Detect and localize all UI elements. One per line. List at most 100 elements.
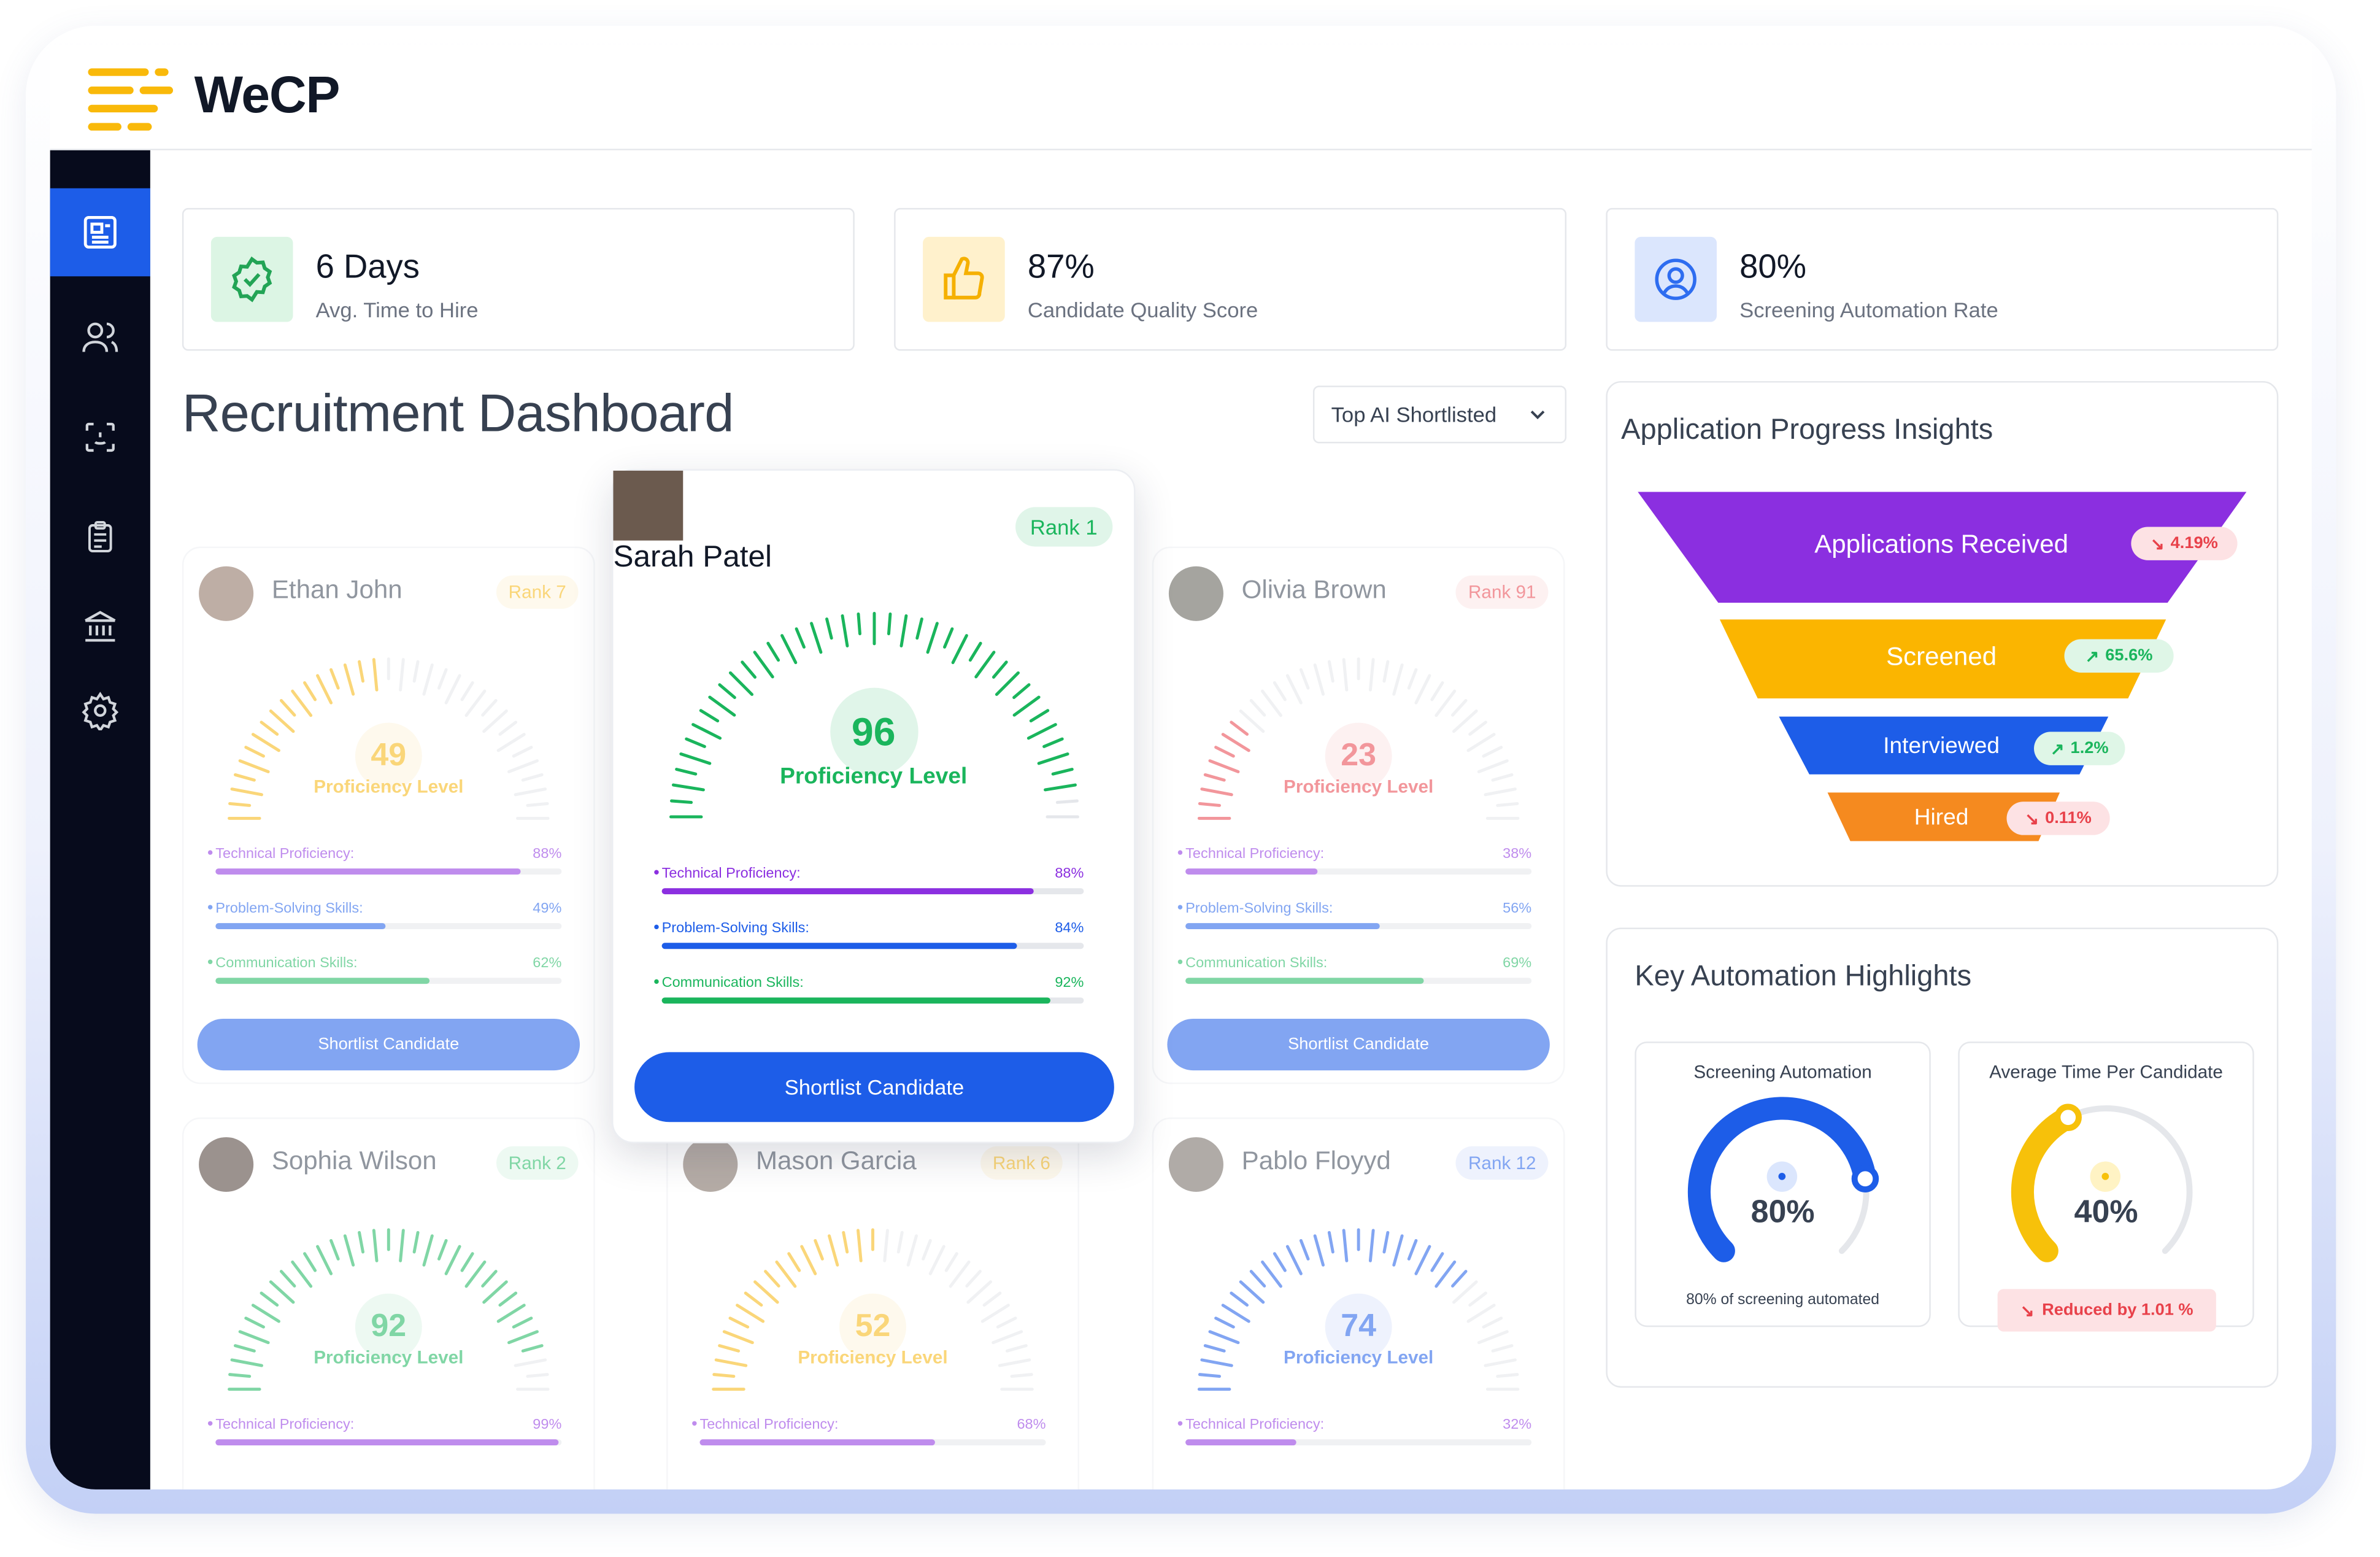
sidebar-item-settings[interactable] bbox=[50, 666, 150, 754]
gauge-tick bbox=[507, 1330, 539, 1345]
stat-label: Screening Automation Rate bbox=[1739, 297, 1998, 322]
gauge-tick bbox=[1382, 1231, 1390, 1254]
bullet-dot bbox=[1177, 1421, 1183, 1426]
gauge-tick bbox=[372, 658, 379, 692]
gauge-tick bbox=[1011, 683, 1030, 699]
proficiency-label: Proficiency Level bbox=[314, 776, 464, 797]
gauge-tick bbox=[1407, 668, 1418, 690]
featured-candidate-card[interactable]: Sarah Patel Rank 1 96 Proficiency Level Tech… bbox=[611, 469, 1136, 1143]
gauge-tick bbox=[980, 1304, 1010, 1323]
gauge-tick bbox=[260, 1291, 279, 1307]
gauge-tick bbox=[1407, 1238, 1418, 1261]
reduction-badge: ↘ Reduced by 1.01 % bbox=[1997, 1289, 2216, 1332]
gauge-tick bbox=[982, 1291, 1002, 1307]
sidebar-item-organization[interactable] bbox=[50, 582, 150, 670]
gauge-tick bbox=[1036, 752, 1069, 765]
gauge-tick bbox=[1239, 1280, 1265, 1304]
gauge-tick bbox=[399, 1229, 405, 1262]
gauge-tick bbox=[269, 709, 295, 733]
candidate-card[interactable]: Ethan John Rank 7 49 Proficiency Level Techn… bbox=[182, 546, 595, 1084]
rank-badge: Rank 7 bbox=[496, 575, 579, 609]
gauge-tick bbox=[422, 1234, 434, 1267]
proficiency-label: Proficiency Level bbox=[314, 1346, 464, 1368]
highlight-value: 40% bbox=[2074, 1194, 2138, 1230]
metric-bar bbox=[699, 1439, 1046, 1446]
metric-label: Technical Proficiency: bbox=[1185, 1416, 1325, 1434]
gauge-tick bbox=[244, 1316, 265, 1329]
gauge-tick bbox=[372, 1229, 379, 1262]
gauge-tick bbox=[1451, 1270, 1468, 1288]
users-icon bbox=[82, 322, 118, 352]
gauge-tick bbox=[343, 663, 355, 696]
gauge-tick bbox=[744, 1291, 763, 1307]
stat-label: Candidate Quality Score bbox=[1027, 297, 1258, 322]
gauge-tick bbox=[1496, 802, 1519, 807]
candidate-card[interactable]: Pablo Floyyd Rank 12 74 Proficiency Level Te… bbox=[1152, 1117, 1565, 1489]
candidate-card[interactable]: Olivia Brown Rank 91 23 Proficiency Level Te… bbox=[1152, 546, 1565, 1084]
sidebar-item-assessments[interactable] bbox=[50, 493, 150, 581]
gauge-tick bbox=[712, 1373, 736, 1378]
shortlist-filter-dropdown[interactable]: Top AI Shortlisted bbox=[1312, 385, 1567, 444]
gauge-tick bbox=[1230, 721, 1249, 736]
scan-face-icon bbox=[85, 422, 115, 452]
highlight-value: 80% bbox=[1750, 1194, 1815, 1230]
metric-bar bbox=[215, 923, 562, 930]
gauge-tick bbox=[460, 681, 474, 701]
screening-automation-card: Screening Automation ● 80% 80% of screen… bbox=[1635, 1041, 1931, 1327]
metric-bar bbox=[215, 978, 562, 984]
stat-card-quality-score: 87% Candidate Quality Score bbox=[894, 207, 1567, 351]
candidate-card[interactable]: Sophia Wilson Rank 2 92 Proficiency Level Te… bbox=[182, 1117, 595, 1489]
gauge-tick bbox=[1273, 1252, 1287, 1272]
gauge-tick bbox=[279, 698, 296, 717]
candidate-card[interactable]: Mason Garcia Rank 6 52 Proficiency Level Tec… bbox=[666, 1117, 1079, 1489]
shortlist-button[interactable]: Shortlist Candidate bbox=[1167, 1018, 1550, 1071]
gauge-tick bbox=[828, 1234, 839, 1267]
gauge-tick bbox=[966, 1280, 992, 1304]
user-icon: ● bbox=[2090, 1161, 2121, 1192]
metric-label: Technical Proficiency: bbox=[215, 845, 355, 863]
avg-time-card: Average Time Per Candidate ● 40% ↘ Reduce… bbox=[1958, 1041, 2254, 1332]
gauge-tick bbox=[1299, 668, 1310, 690]
trend-value: 0.11% bbox=[2045, 809, 2092, 828]
gauge-tick bbox=[814, 1238, 824, 1261]
gauge-tick bbox=[994, 671, 1019, 697]
trend-value: 1.2% bbox=[2070, 739, 2109, 758]
shortlist-button[interactable]: Shortlist Candidate bbox=[197, 1018, 580, 1071]
gauge-tick bbox=[1327, 660, 1334, 683]
gauge-tick bbox=[669, 799, 692, 804]
metric-bar bbox=[661, 943, 1084, 949]
gauge-tick bbox=[950, 634, 968, 665]
gauge-tick bbox=[498, 721, 518, 736]
sidebar-item-dashboard[interactable] bbox=[50, 188, 150, 277]
avatar bbox=[1168, 566, 1223, 621]
gauge-tick bbox=[1198, 1373, 1222, 1378]
highlight-footer: 80% of screening automated bbox=[1686, 1292, 1880, 1309]
gauge-tick bbox=[1249, 698, 1266, 717]
bullet-dot bbox=[1177, 905, 1183, 910]
trend-down-icon: ↘ bbox=[2025, 809, 2039, 829]
metric-label: Technical Proficiency: bbox=[1185, 845, 1325, 863]
gauge-tick bbox=[1261, 1260, 1282, 1288]
gauge-tick bbox=[251, 1304, 280, 1323]
gauge-tick bbox=[1342, 1229, 1349, 1262]
newspaper-icon bbox=[83, 215, 117, 249]
gauge-tick bbox=[974, 651, 995, 679]
bank-icon bbox=[85, 611, 116, 642]
gauge-tick bbox=[1208, 759, 1240, 773]
gauge-tick bbox=[928, 1245, 945, 1275]
gauge-tick bbox=[753, 1280, 779, 1304]
gauge-tick bbox=[728, 1316, 750, 1329]
gauge-tick bbox=[1482, 746, 1503, 758]
metric-bar-fill bbox=[215, 923, 385, 930]
gauge-tick bbox=[1368, 1229, 1375, 1262]
gauge-tick bbox=[526, 802, 549, 807]
gauge-tick bbox=[1010, 1373, 1033, 1378]
gauge-tick bbox=[707, 695, 736, 717]
page-title: Recruitment Dashboard bbox=[182, 384, 734, 444]
dropdown-value: Top AI Shortlisted bbox=[1331, 402, 1497, 427]
automation-highlights-panel: Key Automation Highlights Screening Auto… bbox=[1606, 927, 2279, 1388]
sidebar-item-candidates[interactable] bbox=[50, 293, 150, 381]
gauge-tick bbox=[279, 1270, 296, 1288]
sidebar-item-scan[interactable] bbox=[50, 393, 150, 481]
shortlist-button[interactable]: Shortlist Candidate bbox=[634, 1052, 1114, 1122]
